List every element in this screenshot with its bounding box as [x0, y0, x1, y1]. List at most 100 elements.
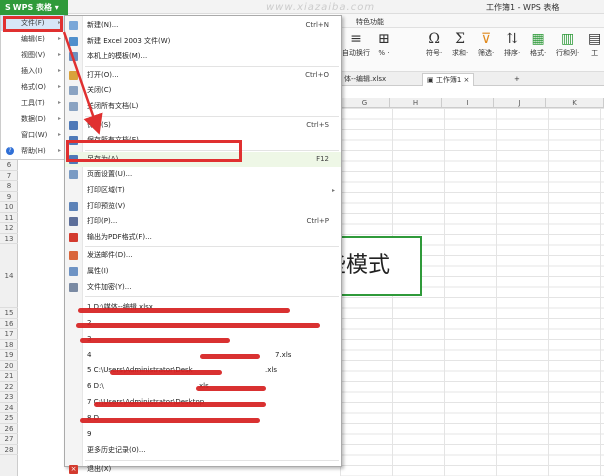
sort-button[interactable]: ⇅ 排序· — [504, 30, 520, 58]
row-header[interactable]: 21 — [0, 371, 18, 382]
menu-item[interactable]: 格式(O) ▸ — [1, 79, 65, 95]
close-doc-icon: ■ — [69, 86, 78, 96]
file-menu-item[interactable]: ■ 发送邮件(D)... — [65, 248, 341, 263]
format-label: 格式· — [530, 49, 547, 57]
file-menu-item[interactable]: ■ 输出为PDF格式(F)... — [65, 230, 341, 245]
menu-item[interactable]: 工具(T) ▸ — [1, 95, 65, 111]
row-header[interactable]: 11 — [0, 213, 18, 223]
file-menu-item[interactable]: 打印区域(T) ▸ — [65, 183, 341, 198]
menu-item[interactable]: ? 帮助(H) ▸ — [1, 143, 65, 159]
file-menu-item[interactable]: ■ 新建(N)... Ctrl+N — [65, 18, 341, 33]
column-header-j[interactable]: J — [494, 98, 546, 108]
format-button[interactable]: ▦ 格式· — [530, 30, 546, 58]
sum-label: 求和· — [452, 49, 469, 57]
row-header[interactable]: 12 — [0, 223, 18, 234]
row-header[interactable]: 20 — [0, 361, 18, 371]
wrap-text-button[interactable]: ≡ 自动换行 — [342, 30, 370, 58]
doc-tab-2-label: 工作簿1 — [435, 76, 462, 84]
menu-item-label: 视图(V) — [21, 51, 46, 59]
tab-feature[interactable]: 特色功能 — [356, 17, 384, 27]
exit-item[interactable]: × 退出(X) — [65, 462, 341, 476]
redaction-mark — [78, 308, 290, 313]
new-doc-icon: ■ — [69, 21, 78, 30]
redaction-mark — [76, 323, 320, 328]
file-menu-item-label: 输出为PDF格式(F)... — [87, 232, 152, 241]
file-menu-item[interactable]: ■ 打印预览(V) — [65, 199, 341, 214]
row-header[interactable]: 25 — [0, 413, 18, 424]
document-tabs: 体--编辑.xlsx ▣ 工作簿1 × + — [340, 72, 604, 86]
menu-item[interactable]: 视图(V) ▸ — [1, 47, 65, 63]
number-format-button[interactable]: ⊞ % · — [378, 30, 390, 58]
row-header[interactable]: 9 — [0, 192, 18, 202]
row-header[interactable]: 14 — [0, 244, 18, 308]
row-header[interactable]: 13 — [0, 234, 18, 244]
menu-item-label: 格式(O) — [21, 83, 46, 91]
file-menu-item-label: 属性(I) — [87, 267, 109, 275]
recent-file-label: 9 — [87, 429, 92, 438]
highlight-save-as — [66, 140, 242, 162]
row-header[interactable]: 26 — [0, 424, 18, 434]
more-history-item[interactable]: 更多历史记录(0)... — [65, 443, 341, 458]
menu-item[interactable]: 数据(D) ▸ — [1, 111, 65, 127]
row-header[interactable]: 7 — [0, 171, 18, 181]
percent-label: % · — [378, 49, 390, 57]
sum-button[interactable]: Σ 求和· — [452, 30, 468, 58]
redaction-mark — [80, 338, 230, 343]
file-menu-item[interactable]: ■ 关闭所有文档(L) — [65, 99, 341, 114]
file-menu-item[interactable]: ■ 属性(I) — [65, 264, 341, 279]
row-header[interactable]: 18 — [0, 340, 18, 350]
menu-separator — [85, 115, 339, 117]
wps-app-button[interactable]: S WPS 表格 ▾ — [0, 0, 68, 15]
symbol-button[interactable]: Ω 符号· — [426, 30, 442, 58]
properties-icon: ■ — [69, 267, 78, 276]
redaction-mark — [196, 386, 266, 391]
column-header-g[interactable]: G — [340, 98, 390, 108]
filter-button[interactable]: ⊽ 筛选· — [478, 30, 494, 58]
row-header[interactable]: 27 — [0, 434, 18, 445]
close-all-icon: ■ — [69, 102, 78, 111]
file-menu-item-label: 文件加密(Y)... — [87, 282, 132, 291]
new-tab-button[interactable]: + — [510, 73, 524, 86]
row-header[interactable]: 16 — [0, 319, 18, 329]
row-header[interactable]: 8 — [0, 181, 18, 192]
recent-file-label: 6 D:\ — [87, 382, 104, 391]
row-header[interactable]: 17 — [0, 329, 18, 340]
menu-item[interactable]: 编辑(E) ▸ — [1, 31, 65, 47]
row-header[interactable]: 23 — [0, 392, 18, 403]
row-header[interactable]: 19 — [0, 350, 18, 361]
row-header[interactable]: 10 — [0, 202, 18, 213]
close-icon[interactable]: × — [464, 76, 470, 84]
file-menu-item[interactable]: ■ 页面设置(U)... — [65, 167, 341, 182]
menu-separator — [85, 460, 339, 462]
row-header[interactable]: 22 — [0, 382, 18, 392]
wps-logo-icon: S — [5, 3, 11, 12]
wps-app-label: WPS 表格 — [12, 3, 52, 12]
column-header-i[interactable]: I — [442, 98, 494, 108]
sort-icon: ⇅ — [506, 31, 518, 47]
file-menu-item[interactable]: ■ 文件加密(Y)... — [65, 280, 341, 295]
template-icon: ■ — [69, 52, 78, 62]
recent-file-item[interactable]: 9 — [65, 427, 341, 442]
column-header-k[interactable]: K — [546, 98, 604, 108]
file-menu-item[interactable]: ■ 新建 Excel 2003 文件(W) — [65, 34, 341, 49]
file-menu-item[interactable]: ■ 本机上的模板(M)... — [65, 49, 341, 64]
column-header-h[interactable]: H — [390, 98, 442, 108]
ribbon: ≡ 自动换行 ⊞ % · Ω 符号· Σ 求和· ⊽ 筛选· ⇅ 排序· ▦ 格式· ▥ 行和列… — [340, 28, 604, 72]
file-menu-item[interactable]: ■ 打印(P)... Ctrl+P — [65, 214, 341, 229]
doc-tab-1[interactable]: 体--编辑.xlsx — [340, 73, 390, 86]
doc-tab-2[interactable]: ▣ 工作簿1 × — [422, 73, 475, 86]
file-menu-item[interactable]: ■ 打开(O)... Ctrl+O — [65, 68, 341, 83]
row-header[interactable]: 24 — [0, 403, 18, 413]
menu-item[interactable]: 窗口(W) ▸ — [1, 127, 65, 143]
menu-bar: 文件(F) ▸ 编辑(E) ▸ 视图(V) ▸ 插入(I) ▸ 格式(O) ▸ 工具(T) ▸ 数据(D… — [0, 15, 66, 160]
menu-item[interactable]: 插入(I) ▸ — [1, 63, 65, 79]
file-menu-item[interactable]: ■ 关闭(C) — [65, 83, 341, 98]
worksheet-button[interactable]: ▤ 工 — [588, 30, 601, 58]
row-header[interactable]: 6 — [0, 160, 18, 171]
chevron-right-icon: ▸ — [57, 115, 61, 122]
row-header[interactable]: 28 — [0, 445, 18, 455]
file-menu-item-label: 打开(O)... — [87, 70, 119, 79]
row-header[interactable]: 15 — [0, 308, 18, 319]
file-menu-item[interactable]: ■ 保存(S) Ctrl+S — [65, 118, 341, 133]
rows-cols-button[interactable]: ▥ 行和列· — [556, 30, 579, 58]
